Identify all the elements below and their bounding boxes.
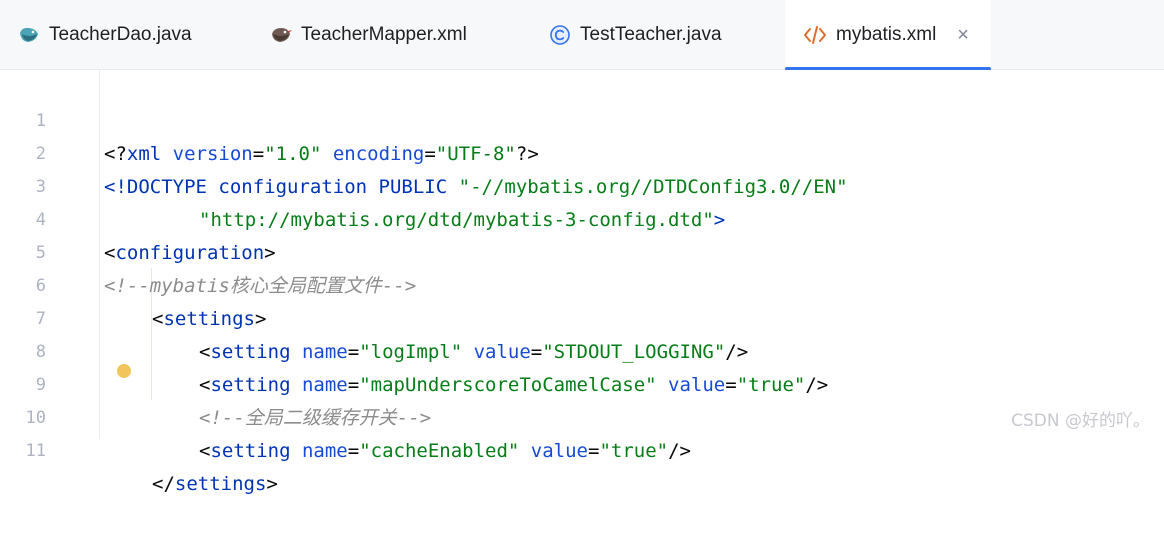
code-line: 3 "http://mybatis.org/dtd/mybatis-3-conf…: [0, 138, 1164, 231]
mybatis-bird-icon: [18, 25, 40, 45]
token: setting: [210, 440, 291, 462]
lightbulb-icon[interactable]: [117, 364, 131, 378]
code-line: 7 <setting name="logImpl" value="STDOUT_…: [0, 270, 1164, 363]
class-c-icon: [549, 24, 571, 46]
tab-label: TeacherMapper.xml: [301, 24, 467, 45]
watermark: CSDN @好的吖。: [1011, 411, 1150, 431]
token: =: [587, 440, 600, 462]
token: "true": [599, 440, 669, 462]
token: settings: [174, 473, 267, 495]
tab-label: mybatis.xml: [836, 24, 937, 45]
code-line: 6 <settings>: [0, 237, 1164, 330]
token: <: [199, 440, 211, 462]
token: value: [519, 440, 588, 462]
xml-tag-icon: [803, 25, 827, 45]
token: </: [152, 473, 175, 495]
close-tab-icon[interactable]: ×: [957, 24, 969, 47]
code-editor[interactable]: 1 <?xml version="1.0" encoding="UTF-8"?>…: [0, 70, 1164, 495]
code-line: 11 </settings>: [0, 402, 1164, 495]
code-line: 2 <!DOCTYPE configuration PUBLIC "-//myb…: [0, 105, 1164, 198]
tab-testteacher-java[interactable]: TestTeacher.java: [549, 0, 722, 70]
tab-teachermapper-xml[interactable]: TeacherMapper.xml: [270, 0, 467, 70]
line-number: 11: [25, 441, 46, 461]
token: name: [290, 440, 348, 462]
mybatis-bird-icon: [270, 25, 292, 45]
code-line: 1 <?xml version="1.0" encoding="UTF-8"?>: [0, 72, 1164, 165]
token: =: [347, 440, 360, 462]
token: >: [266, 473, 278, 495]
tab-label: TeacherDao.java: [49, 24, 192, 45]
code-line: 5 <!--mybatis核心全局配置文件-->: [0, 204, 1164, 297]
code-line: 10 <setting name="cacheEnabled" value="t…: [0, 369, 1164, 462]
editor-tab-bar: TeacherDao.java TeacherMapper.xml TestTe…: [0, 0, 1164, 71]
code-line: 9 <!--全局二级缓存开关-->: [0, 336, 1164, 429]
token: "cacheEnabled": [359, 440, 520, 462]
tab-teacherdao-java[interactable]: TeacherDao.java: [18, 0, 192, 70]
token: />: [668, 440, 691, 462]
tab-mybatis-xml[interactable]: mybatis.xml ×: [785, 0, 991, 71]
code-line: 4 <configuration>: [0, 171, 1164, 264]
code-line: 8 <setting name="mapUnderscoreToCamelCas…: [0, 303, 1164, 396]
tab-label: TestTeacher.java: [580, 24, 722, 45]
